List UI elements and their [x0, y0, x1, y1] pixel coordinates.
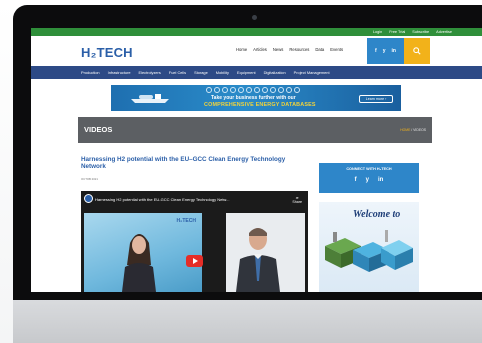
category-digitalization[interactable]: Digitalization — [264, 70, 286, 75]
connect-widget: CONNECT WITH H₂TECH f y in — [319, 163, 419, 193]
nav-events[interactable]: Events — [330, 47, 343, 52]
banner-tagline: Take your business further with our — [211, 95, 296, 101]
category-production[interactable]: Production — [81, 70, 100, 75]
play-button[interactable] — [186, 255, 203, 267]
twitter-icon[interactable]: y — [383, 48, 386, 54]
article-headline[interactable]: Harnessing H2 potential with the EU–GCC … — [81, 156, 291, 171]
share-button[interactable]: ➦ Share — [292, 196, 302, 204]
breadcrumb-home[interactable]: HOME — [400, 128, 410, 132]
scene: Login Free Trial Subscribe Advertise H₂T… — [0, 0, 482, 343]
site-logo[interactable]: H₂TECH — [81, 45, 133, 60]
monitor-screen: Login Free Trial Subscribe Advertise H₂T… — [31, 28, 482, 292]
category-storage[interactable]: Storage — [194, 70, 208, 75]
video-frame-left: H₂TECH — [84, 213, 202, 292]
play-icon — [192, 258, 198, 264]
article-date: OCTOB 2021 — [81, 177, 98, 181]
ad-banner[interactable]: Take your business further with our COMP… — [111, 85, 401, 111]
ad-headline: Welcome to — [353, 209, 401, 220]
main-nav: Home Articles News Resources Data Events — [236, 47, 343, 52]
breadcrumb: HOME / VIDEOS — [400, 128, 426, 132]
category-mobility[interactable]: Mobility — [216, 70, 229, 75]
speaker-woman-figure — [122, 234, 156, 292]
nav-resources[interactable]: Resources — [289, 47, 309, 52]
section-header: VIDEOS HOME / VIDEOS — [78, 117, 432, 143]
category-electrolyzers[interactable]: Electrolyzers — [139, 70, 161, 75]
energy-blocks-graphic — [325, 230, 413, 272]
monitor-chin — [13, 300, 482, 343]
linkedin-icon[interactable]: in — [392, 48, 396, 54]
social-links: f y in — [367, 38, 404, 64]
login-link[interactable]: Login — [373, 30, 382, 34]
connect-social-links: f y in — [319, 177, 419, 183]
video-player[interactable]: Harnessing H2 potential with the EU-GCC … — [81, 191, 308, 292]
nav-news[interactable]: News — [273, 47, 283, 52]
free-trial-link[interactable]: Free Trial — [389, 30, 405, 34]
share-label: Share — [292, 200, 302, 204]
tanker-ship-graphic — [131, 94, 169, 103]
category-fuel-cells[interactable]: Fuel Cells — [169, 70, 186, 75]
channel-avatar[interactable] — [84, 194, 93, 203]
speaker-man-figure — [236, 228, 280, 292]
search-icon — [413, 47, 421, 55]
search-button[interactable] — [404, 38, 430, 64]
breadcrumb-current: VIDEOS — [413, 128, 426, 132]
database-icons — [206, 87, 300, 93]
section-title: VIDEOS — [84, 125, 113, 134]
facebook-icon[interactable]: f — [375, 48, 377, 54]
camera-icon — [252, 15, 257, 20]
advertise-link[interactable]: Advertise — [436, 30, 452, 34]
nav-articles[interactable]: Articles — [253, 47, 267, 52]
learn-more-button[interactable]: Learn more › — [359, 95, 393, 103]
banner-headline: COMPREHENSIVE ENERGY DATABASES — [204, 102, 316, 108]
subscribe-link[interactable]: Subscribe — [412, 30, 429, 34]
video-title[interactable]: Harnessing H2 potential with the EU-GCC … — [95, 197, 229, 202]
category-infrastructure[interactable]: Infrastructure — [108, 70, 131, 75]
nav-home[interactable]: Home — [236, 47, 247, 52]
top-utility-bar: Login Free Trial Subscribe Advertise — [31, 28, 482, 36]
nav-data[interactable]: Data — [315, 47, 324, 52]
connect-title: CONNECT WITH H₂TECH — [346, 167, 392, 171]
category-equipment[interactable]: Equipment — [237, 70, 256, 75]
linkedin-icon[interactable]: in — [378, 177, 383, 183]
site-header: H₂TECH Home Articles News Resources Data… — [31, 36, 482, 64]
video-watermark-logo: H₂TECH — [176, 218, 196, 224]
sidebar-ad[interactable]: Welcome to — [319, 202, 419, 292]
facebook-icon[interactable]: f — [355, 177, 357, 183]
category-project-management[interactable]: Project Management — [294, 70, 330, 75]
twitter-icon[interactable]: y — [366, 177, 369, 183]
category-nav: Production Infrastructure Electrolyzers … — [31, 66, 482, 79]
video-frame-right — [226, 213, 305, 292]
